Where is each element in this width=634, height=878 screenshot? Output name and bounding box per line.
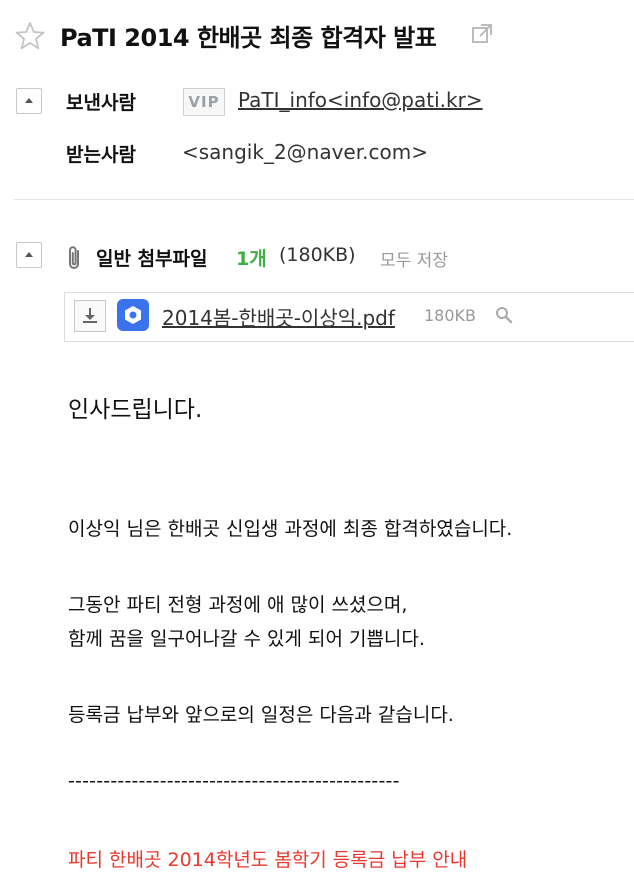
file-type-icon bbox=[117, 299, 149, 331]
to-label: 받는사람 bbox=[66, 144, 136, 166]
paperclip-icon bbox=[66, 244, 84, 272]
body-greeting: 인사드립니다. bbox=[68, 397, 203, 423]
mail-subject: PaTI 2014 한배곳 최종 합격자 발표 bbox=[60, 24, 437, 52]
attachments-title: 일반 첨부파일 bbox=[96, 248, 208, 270]
body-line: 그동안 파티 전형 과정에 애 많이 쓰셨으며, bbox=[68, 594, 408, 616]
magnifier-icon[interactable] bbox=[494, 305, 514, 325]
body-line: 함께 꿈을 일구어나갈 수 있게 되어 기쁩니다. bbox=[68, 628, 425, 650]
attachments-count: 1개 bbox=[236, 248, 267, 270]
attachment-file-name[interactable]: 2014봄-한배곳-이상익.pdf bbox=[162, 302, 395, 331]
from-label: 보낸사람 bbox=[66, 92, 136, 114]
vip-badge: VIP bbox=[183, 88, 225, 116]
body-line: 이상익 님은 한배곳 신입생 과정에 최종 합격하였습니다. bbox=[68, 518, 513, 540]
body-line: 등록금 납부와 앞으로의 일정은 다음과 같습니다. bbox=[68, 704, 454, 726]
download-icon bbox=[83, 308, 97, 323]
star-icon[interactable] bbox=[14, 20, 46, 52]
body-separator: ----------------------------------------… bbox=[68, 770, 400, 792]
attachment-file-size: 180KB bbox=[424, 306, 477, 325]
collapse-header-button[interactable] bbox=[16, 88, 42, 114]
collapse-attachments-button[interactable] bbox=[16, 242, 42, 268]
sender-address[interactable]: PaTI_info<info@pati.kr> bbox=[238, 88, 483, 112]
download-button[interactable] bbox=[74, 300, 106, 332]
tuition-notice-heading: 파티 한배곳 2014학년도 봄학기 등록금 납부 안내 bbox=[68, 849, 468, 871]
attachments-total-size: (180KB) bbox=[279, 244, 356, 266]
external-link-icon[interactable] bbox=[470, 22, 494, 46]
save-all-link[interactable]: 모두 저장 bbox=[380, 246, 448, 271]
recipient-address: <sangik_2@naver.com> bbox=[182, 140, 428, 164]
header-divider bbox=[14, 199, 634, 200]
collapse-icon bbox=[25, 252, 33, 257]
collapse-icon bbox=[25, 98, 33, 103]
